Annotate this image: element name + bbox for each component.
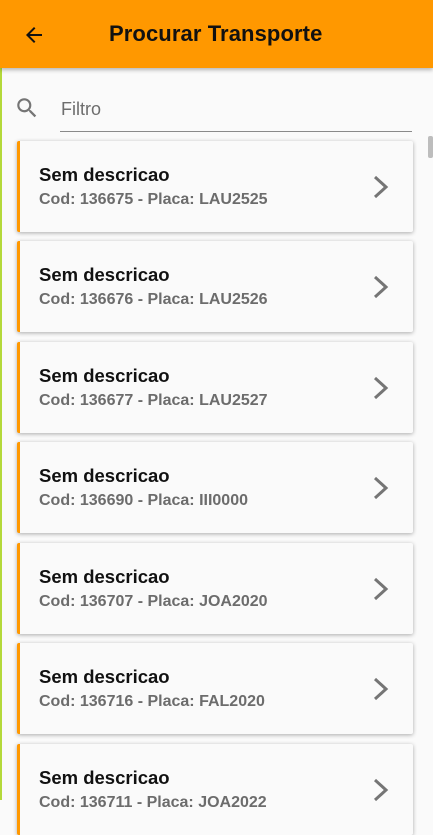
chevron-right-icon	[373, 376, 389, 400]
search-icon	[17, 98, 37, 118]
chevron-right-icon	[373, 577, 389, 601]
screen-edge	[0, 68, 2, 800]
arrow-left-icon	[26, 27, 42, 43]
search-input[interactable]	[60, 88, 412, 132]
item-title: Sem descricao	[39, 465, 170, 486]
item-subtitle: Cod: 136690 - Placa: III0000	[39, 492, 248, 509]
chevron-right-icon	[373, 778, 389, 802]
list-item[interactable]: Sem descricao Cod: 136675 - Placa: LAU25…	[17, 141, 413, 232]
item-subtitle: Cod: 136716 - Placa: FAL2020	[39, 693, 265, 710]
item-title: Sem descricao	[39, 365, 170, 386]
list-item[interactable]: Sem descricao Cod: 136690 - Placa: III00…	[17, 442, 413, 533]
chevron-right-icon	[373, 275, 389, 299]
app-bar: Procurar Transporte	[0, 0, 433, 68]
item-subtitle: Cod: 136675 - Placa: LAU2525	[39, 191, 268, 208]
chevron-right-icon	[373, 677, 389, 701]
scrollbar-thumb[interactable]	[428, 136, 433, 158]
item-title: Sem descricao	[39, 767, 170, 788]
list-item[interactable]: Sem descricao Cod: 136676 - Placa: LAU25…	[17, 241, 413, 332]
item-subtitle: Cod: 136707 - Placa: JOA2020	[39, 593, 268, 610]
back-button[interactable]	[20, 21, 48, 49]
list-item[interactable]: Sem descricao Cod: 136677 - Placa: LAU25…	[17, 342, 413, 433]
chevron-right-icon	[373, 175, 389, 199]
list-item[interactable]: Sem descricao Cod: 136707 - Placa: JOA20…	[17, 543, 413, 634]
item-title: Sem descricao	[39, 566, 170, 587]
item-subtitle: Cod: 136677 - Placa: LAU2527	[39, 392, 268, 409]
list-item[interactable]: Sem descricao Cod: 136716 - Placa: FAL20…	[17, 643, 413, 734]
item-title: Sem descricao	[39, 666, 170, 687]
chevron-right-icon	[373, 476, 389, 500]
list-item[interactable]: Sem descricao Cod: 136711 - Placa: JOA20…	[17, 744, 413, 835]
item-subtitle: Cod: 136711 - Placa: JOA2022	[39, 794, 267, 811]
item-subtitle: Cod: 136676 - Placa: LAU2526	[39, 291, 268, 308]
page-title: Procurar Transporte	[109, 21, 323, 46]
item-title: Sem descricao	[39, 264, 170, 285]
item-title: Sem descricao	[39, 164, 170, 185]
